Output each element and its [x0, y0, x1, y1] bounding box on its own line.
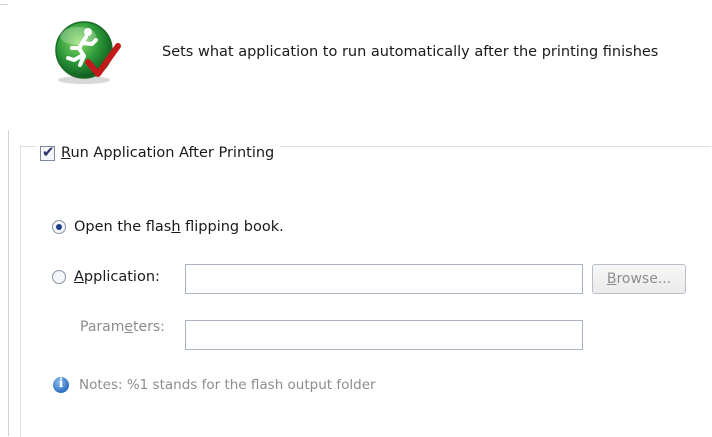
browse-button[interactable]: Browse... — [592, 264, 686, 294]
parameters-label-row: Parameters: — [80, 319, 165, 335]
running-man-check-icon — [46, 18, 130, 86]
open-flash-option[interactable]: Open the flash flipping book. — [52, 219, 284, 235]
post-print-settings-dialog: Sets what application to run automatical… — [0, 0, 712, 437]
open-flash-label: Open the flash flipping book. — [74, 219, 284, 235]
parameters-label: Parameters: — [80, 319, 165, 335]
run-application-checkbox-row[interactable]: ✔ Run Application After Printing — [36, 138, 281, 168]
parameters-input[interactable] — [185, 320, 583, 350]
application-path-input[interactable] — [185, 264, 583, 294]
notes-text: Notes: %1 stands for the flash output fo… — [79, 377, 376, 393]
application-option[interactable]: Application: — [52, 269, 160, 285]
checkmark-icon: ✔ — [42, 142, 55, 161]
open-flash-radio[interactable] — [52, 220, 66, 234]
run-application-checkbox[interactable]: ✔ — [40, 142, 55, 161]
info-icon — [53, 376, 69, 393]
header-description: Sets what application to run automatical… — [162, 44, 659, 60]
run-application-label: Run Application After Printing — [61, 145, 275, 161]
header-panel: Sets what application to run automatical… — [8, 4, 712, 130]
application-label: Application: — [74, 269, 160, 285]
application-radio[interactable] — [52, 270, 66, 284]
notes-row: Notes: %1 stands for the flash output fo… — [53, 376, 376, 393]
